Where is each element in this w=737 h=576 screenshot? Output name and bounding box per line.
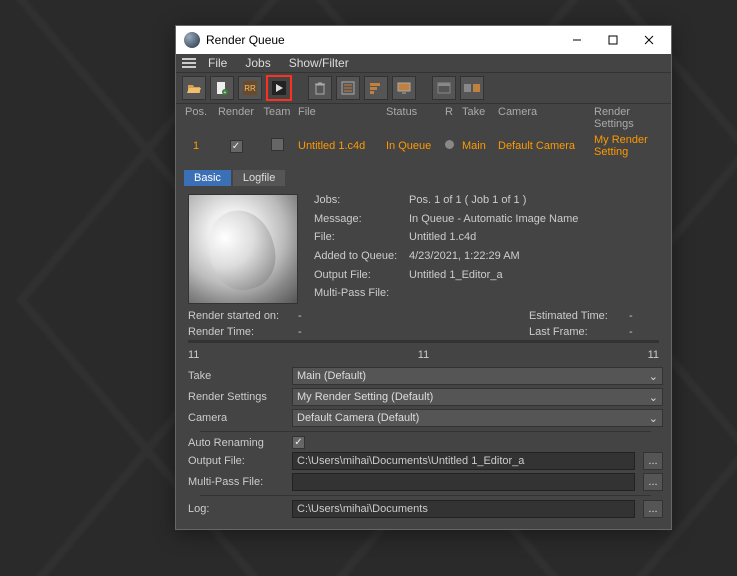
lastframe-label: Last Frame:	[529, 326, 629, 338]
row-status: In Queue	[386, 140, 436, 152]
preview-thumbnail[interactable]	[188, 194, 298, 304]
row-file[interactable]: Untitled 1.c4d	[298, 140, 380, 152]
queue-header: Pos. Render Team File Status R Take Came…	[176, 104, 671, 132]
render-queue-window: Render Queue File Jobs Show/Filter + RR	[175, 25, 672, 530]
render-time-label: Render Time:	[188, 326, 298, 338]
delete-job-button[interactable]	[308, 76, 332, 100]
message-value: In Queue - Automatic Image Name	[409, 213, 578, 230]
col-pos[interactable]: Pos.	[182, 106, 210, 130]
sort-button[interactable]	[364, 76, 388, 100]
col-take[interactable]: Take	[462, 106, 492, 130]
camera-label: Camera	[188, 412, 284, 424]
progress-bar	[188, 340, 659, 343]
camera-select[interactable]: Default Camera (Default)⌄	[292, 409, 663, 427]
timing-row-1: Render started on: - Estimated Time: -	[176, 308, 671, 324]
minimize-button[interactable]	[559, 26, 595, 54]
estimated-value: -	[629, 310, 659, 322]
log-label: Log:	[188, 503, 284, 515]
progress-labels: 11 11 11	[176, 347, 671, 365]
rr-button[interactable]: RR	[238, 76, 262, 100]
auto-renaming-checkbox[interactable]	[292, 436, 305, 449]
file-label: File:	[314, 231, 409, 248]
output-browse-button[interactable]: ...	[643, 452, 663, 470]
window-title: Render Queue	[206, 33, 559, 47]
col-rendersettings[interactable]: Render Settings	[594, 106, 665, 130]
added-value: 4/23/2021, 1:22:29 AM	[409, 250, 578, 267]
toolbar: + RR	[176, 73, 671, 104]
list-button[interactable]	[336, 76, 360, 100]
new-doc-button[interactable]: +	[210, 76, 234, 100]
jobs-label: Jobs:	[314, 194, 409, 211]
menu-file[interactable]: File	[200, 54, 235, 72]
auto-renaming-label: Auto Renaming	[188, 437, 284, 449]
team-checkbox[interactable]	[271, 138, 284, 151]
log-browse-button[interactable]: ...	[643, 500, 663, 518]
added-label: Added to Queue:	[314, 250, 409, 267]
chevron-down-icon: ⌄	[649, 391, 658, 404]
row-take[interactable]: Main	[462, 140, 492, 152]
rendersettings-select[interactable]: My Render Setting (Default)⌄	[292, 388, 663, 406]
progress-left: 11	[188, 349, 345, 361]
open-file-button[interactable]	[182, 76, 206, 100]
output-label: Output File:	[314, 269, 409, 286]
log-field[interactable]: C:\Users\mihai\Documents	[292, 500, 635, 518]
hamburger-icon[interactable]	[180, 56, 198, 70]
chevron-down-icon: ⌄	[649, 412, 658, 425]
file-value: Untitled 1.c4d	[409, 231, 578, 248]
col-render[interactable]: Render	[216, 106, 256, 130]
svg-text:RR: RR	[244, 84, 256, 93]
info-panel: Jobs: Pos. 1 of 1 ( Job 1 of 1 ) Message…	[176, 186, 671, 308]
progress-center: 11	[345, 349, 502, 361]
close-button[interactable]	[631, 26, 667, 54]
progress-right: 11	[502, 349, 659, 361]
menu-showfilter[interactable]: Show/Filter	[281, 54, 357, 72]
estimated-label: Estimated Time:	[529, 310, 629, 322]
rendersettings-label: Render Settings	[188, 391, 284, 403]
render-checkbox[interactable]	[230, 140, 243, 153]
maximize-button[interactable]	[595, 26, 631, 54]
render-started-value: -	[298, 310, 338, 322]
multipass-value	[409, 287, 578, 304]
multipass-file-field[interactable]	[292, 473, 635, 491]
output-file-field[interactable]: C:\Users\mihai\Documents\Untitled 1_Edit…	[292, 452, 635, 470]
output-value: Untitled 1_Editor_a	[409, 269, 578, 286]
tab-basic[interactable]: Basic	[184, 170, 231, 186]
multipass-browse-button[interactable]: ...	[643, 473, 663, 491]
render-time-value: -	[298, 326, 338, 338]
timing-row-2: Render Time: - Last Frame: -	[176, 324, 671, 340]
col-camera[interactable]: Camera	[498, 106, 588, 130]
col-file[interactable]: File	[298, 106, 380, 130]
window-pref-button[interactable]	[432, 76, 456, 100]
start-render-button[interactable]	[266, 75, 292, 101]
take-select[interactable]: Main (Default)⌄	[292, 367, 663, 385]
titlebar[interactable]: Render Queue	[176, 26, 671, 54]
render-started-label: Render started on:	[188, 310, 298, 322]
output-file-label: Output File:	[188, 455, 284, 467]
status-dot-icon	[445, 140, 454, 149]
col-status[interactable]: Status	[386, 106, 436, 130]
tab-logfile[interactable]: Logfile	[233, 170, 285, 186]
queue-row[interactable]: 1 Untitled 1.c4d In Queue Main Default C…	[176, 132, 671, 160]
lastframe-value: -	[629, 326, 659, 338]
message-label: Message:	[314, 213, 409, 230]
jobs-value: Pos. 1 of 1 ( Job 1 of 1 )	[409, 194, 578, 211]
settings-form: Take Main (Default)⌄ Render Settings My …	[176, 365, 671, 529]
app-icon	[184, 32, 200, 48]
compare-button[interactable]	[460, 76, 484, 100]
col-team[interactable]: Team	[262, 106, 292, 130]
chevron-down-icon: ⌄	[649, 370, 658, 383]
take-label: Take	[188, 370, 284, 382]
detail-tabs: Basic Logfile	[176, 162, 671, 186]
row-pos: 1	[182, 140, 210, 152]
multipass-file-label: Multi-Pass File:	[188, 476, 284, 488]
menubar: File Jobs Show/Filter	[176, 54, 671, 73]
menu-jobs[interactable]: Jobs	[237, 54, 278, 72]
row-camera[interactable]: Default Camera	[498, 140, 588, 152]
col-r[interactable]: R	[442, 106, 456, 130]
monitor-button[interactable]	[392, 76, 416, 100]
multipass-label: Multi-Pass File:	[314, 287, 409, 304]
svg-text:+: +	[224, 90, 227, 95]
row-rendersettings[interactable]: My Render Setting	[594, 134, 665, 158]
